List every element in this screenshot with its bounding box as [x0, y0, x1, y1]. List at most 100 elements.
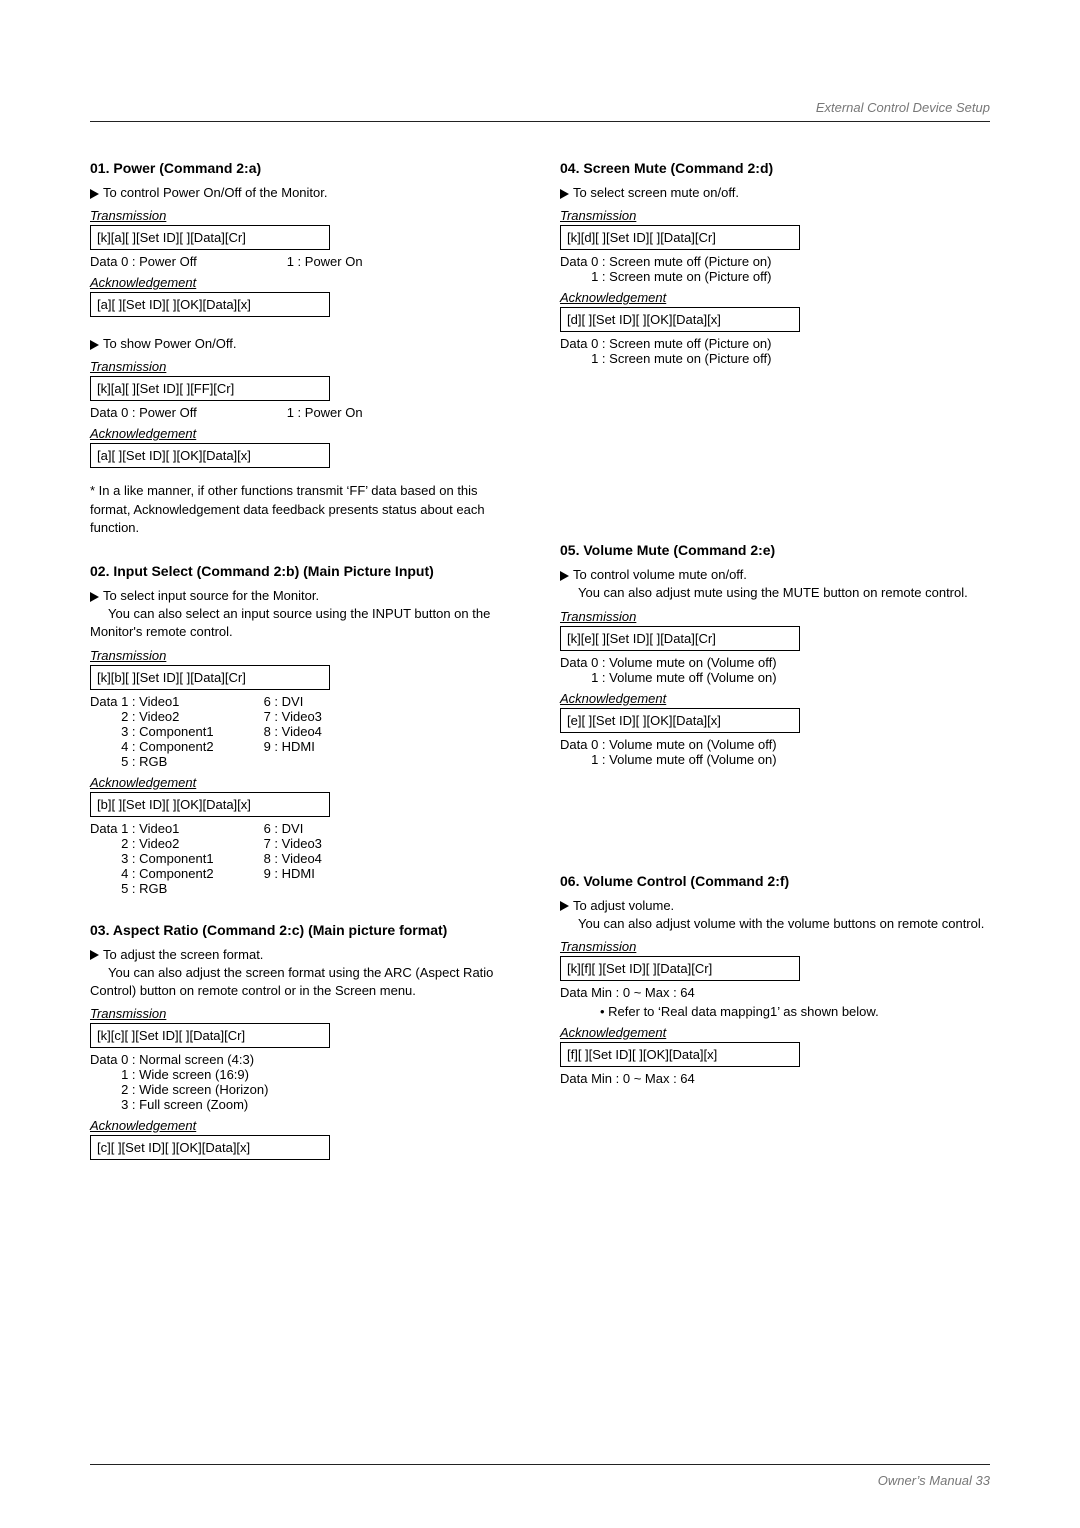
section-04-desc: To select screen mute on/off. — [573, 185, 739, 200]
list-item: 5 : RGB — [121, 754, 167, 769]
section-04: 04. Screen Mute (Command 2:d) To select … — [560, 160, 990, 366]
data-head: Data — [560, 254, 587, 269]
data-head: Data — [560, 737, 587, 752]
list-item: 7 : Video3 — [264, 709, 322, 724]
section-05: 05. Volume Mute (Command 2:e) To control… — [560, 542, 990, 766]
transmission-label: Transmission — [90, 648, 520, 663]
data-poweroff: Data 0 : Power Off — [90, 254, 197, 269]
ack-box: [a][ ][Set ID][ ][OK][Data][x] — [90, 292, 330, 317]
list-item: 6 : DVI — [264, 694, 304, 709]
list-item: 9 : HDMI — [264, 739, 315, 754]
list-item: 2 : Wide screen (Horizon) — [121, 1082, 268, 1097]
list-item: 4 : Component2 — [121, 866, 214, 881]
triangle-icon — [90, 189, 99, 199]
list-item: 4 : Component2 — [121, 739, 214, 754]
list-item: 1 : Video1 — [121, 694, 179, 709]
data-head: Data — [90, 1052, 117, 1067]
data-poweron-2: 1 : Power On — [287, 405, 363, 420]
ack-label: Acknowledgement — [560, 1025, 990, 1040]
section-03-desc-a: To adjust the screen format. — [103, 947, 263, 962]
ack-box: [f][ ][Set ID][ ][OK][Data][x] — [560, 1042, 800, 1067]
section-03-desc-b: You can also adjust the screen format us… — [90, 965, 493, 998]
section-03: 03. Aspect Ratio (Command 2:c) (Main pic… — [90, 922, 520, 1161]
section-01: 01. Power (Command 2:a) To control Power… — [90, 160, 520, 537]
bottom-rule — [90, 1464, 990, 1465]
list-item: 1 : Screen mute on (Picture off) — [591, 351, 771, 366]
triangle-icon — [560, 189, 569, 199]
transmission-box: [k][f][ ][Set ID][ ][Data][Cr] — [560, 956, 800, 981]
transmission-box: [k][e][ ][Set ID][ ][Data][Cr] — [560, 626, 800, 651]
ack-box-2: [a][ ][Set ID][ ][OK][Data][x] — [90, 443, 330, 468]
transmission-label: Transmission — [560, 939, 990, 954]
section-01-desc2: To show Power On/Off. — [103, 336, 236, 351]
section-04-title: 04. Screen Mute (Command 2:d) — [560, 160, 990, 176]
top-rule — [90, 121, 990, 122]
footer-text: Owner’s Manual 33 — [90, 1473, 990, 1488]
section-01-desc1: To control Power On/Off of the Monitor. — [103, 185, 327, 200]
section-01-note: * In a like manner, if other functions t… — [90, 482, 520, 537]
ack-label: Acknowledgement — [90, 775, 520, 790]
left-column: 01. Power (Command 2:a) To control Power… — [90, 160, 520, 1186]
section-02-desc-a: To select input source for the Monitor. — [103, 588, 319, 603]
section-01-title: 01. Power (Command 2:a) — [90, 160, 520, 176]
list-item: 7 : Video3 — [264, 836, 322, 851]
list-item: 1 : Screen mute on (Picture off) — [591, 269, 771, 284]
ack-label: Acknowledgement — [560, 691, 990, 706]
section-05-desc-a: To control volume mute on/off. — [573, 567, 747, 582]
data-head: Data — [90, 694, 117, 709]
data-line-min-max: Data Min : 0 ~ Max : 64 — [560, 985, 990, 1000]
transmission-box: [k][d][ ][Set ID][ ][Data][Cr] — [560, 225, 800, 250]
transmission-label: Transmission — [90, 1006, 520, 1021]
list-item: 1 : Video1 — [121, 821, 179, 836]
section-03-title: 03. Aspect Ratio (Command 2:c) (Main pic… — [90, 922, 520, 938]
list-item: 0 : Volume mute on (Volume off) — [591, 737, 776, 752]
ack-box: [c][ ][Set ID][ ][OK][Data][x] — [90, 1135, 330, 1160]
refer-note: • Refer to ‘Real data mapping1’ as shown… — [600, 1004, 990, 1019]
list-item: 0 : Screen mute off (Picture on) — [591, 336, 771, 351]
transmission-box: [k][c][ ][Set ID][ ][Data][Cr] — [90, 1023, 330, 1048]
data-head: Data — [90, 821, 117, 836]
transmission-box: [k][b][ ][Set ID][ ][Data][Cr] — [90, 665, 330, 690]
header-right-text: External Control Device Setup — [90, 100, 990, 115]
section-02-desc-b: You can also select an input source usin… — [90, 606, 490, 639]
triangle-icon — [560, 571, 569, 581]
section-06-desc-b: You can also adjust volume with the volu… — [578, 916, 984, 931]
list-item: 0 : Volume mute on (Volume off) — [591, 655, 776, 670]
section-02: 02. Input Select (Command 2:b) (Main Pic… — [90, 563, 520, 896]
list-item: 6 : DVI — [264, 821, 304, 836]
ack-label: Acknowledgement — [90, 1118, 520, 1133]
data-poweron: 1 : Power On — [287, 254, 363, 269]
list-item: 5 : RGB — [121, 881, 167, 896]
list-item: 0 : Normal screen (4:3) — [121, 1052, 254, 1067]
list-item: 2 : Video2 — [121, 709, 179, 724]
section-05-title: 05. Volume Mute (Command 2:e) — [560, 542, 990, 558]
transmission-label: Transmission — [560, 609, 990, 624]
list-item: 1 : Volume mute off (Volume on) — [591, 670, 776, 685]
triangle-icon — [90, 340, 99, 350]
list-item: 3 : Full screen (Zoom) — [121, 1097, 248, 1112]
ack-box: [e][ ][Set ID][ ][OK][Data][x] — [560, 708, 800, 733]
right-column: 04. Screen Mute (Command 2:d) To select … — [560, 160, 990, 1186]
section-05-desc-b: You can also adjust mute using the MUTE … — [578, 585, 968, 600]
transmission-label: Transmission — [90, 208, 520, 223]
list-item: 1 : Volume mute off (Volume on) — [591, 752, 776, 767]
transmission-label-2: Transmission — [90, 359, 520, 374]
data-head: Data — [560, 655, 587, 670]
transmission-box: [k][a][ ][Set ID][ ][Data][Cr] — [90, 225, 330, 250]
ack-label: Acknowledgement — [90, 275, 520, 290]
data-poweroff-2: Data 0 : Power Off — [90, 405, 197, 420]
transmission-label: Transmission — [560, 208, 990, 223]
list-item: 9 : HDMI — [264, 866, 315, 881]
list-item: 1 : Wide screen (16:9) — [121, 1067, 249, 1082]
list-item: 8 : Video4 — [264, 851, 322, 866]
section-06-title: 06. Volume Control (Command 2:f) — [560, 873, 990, 889]
ack-label-2: Acknowledgement — [90, 426, 520, 441]
triangle-icon — [560, 901, 569, 911]
section-06-desc-a: To adjust volume. — [573, 898, 674, 913]
list-item: 3 : Component1 — [121, 724, 214, 739]
ack-label: Acknowledgement — [560, 290, 990, 305]
transmission-box-2: [k][a][ ][Set ID][ ][FF][Cr] — [90, 376, 330, 401]
list-item: 3 : Component1 — [121, 851, 214, 866]
data-head: Data — [560, 336, 587, 351]
list-item: 2 : Video2 — [121, 836, 179, 851]
